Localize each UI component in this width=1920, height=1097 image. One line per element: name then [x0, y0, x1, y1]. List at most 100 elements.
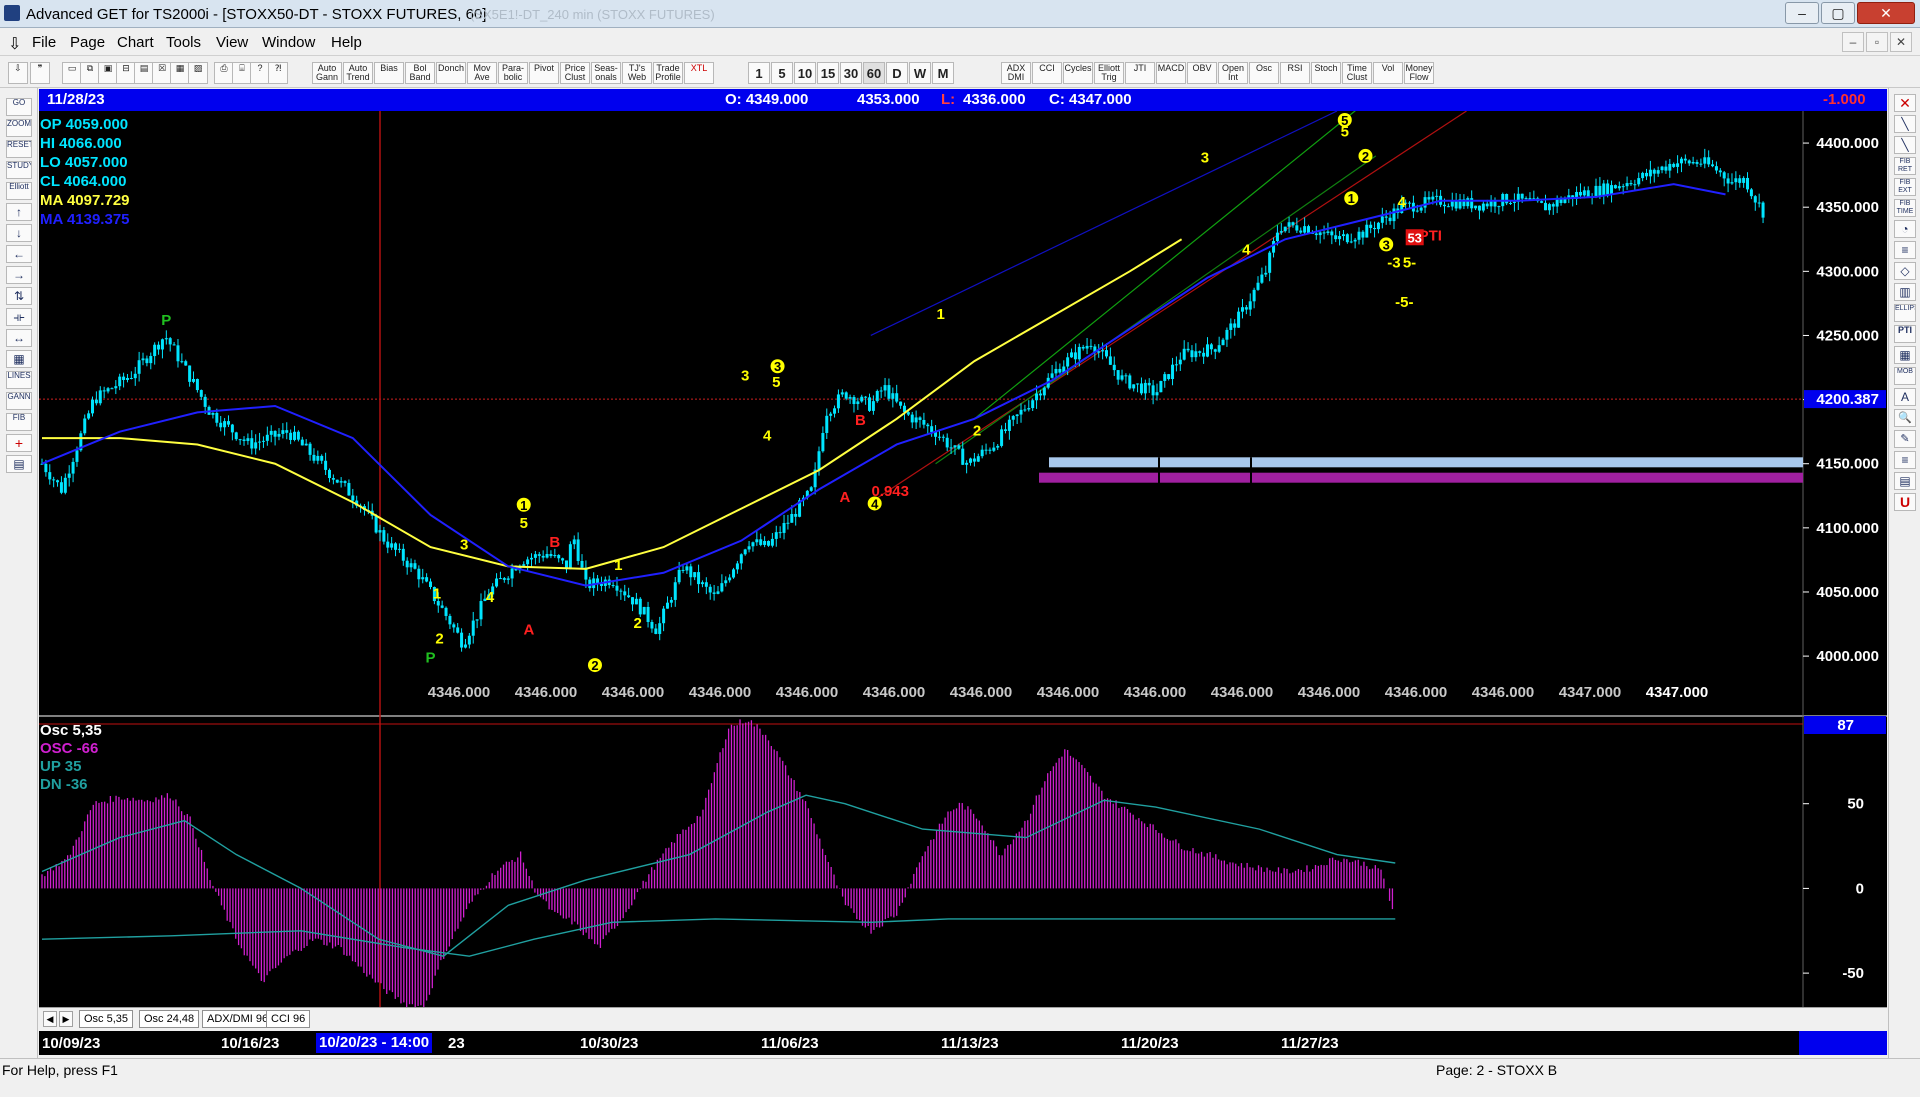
ellipse-icon[interactable]: ELLIPSE — [1894, 304, 1916, 322]
study-auto-trend-button[interactable]: Auto Trend — [343, 62, 373, 84]
tab-adx-dmi-96[interactable]: ADX/DMI 96 — [202, 1010, 274, 1028]
context-help-icon[interactable]: ⁈ — [268, 62, 288, 84]
elliott-tool-icon[interactable]: Elliott — [6, 182, 32, 200]
tab-osc-5-35[interactable]: Osc 5,35 — [79, 1010, 134, 1028]
fan-icon[interactable]: ≡ — [1894, 241, 1916, 259]
ind-time-clust-button[interactable]: Time Clust — [1342, 62, 1372, 84]
fib-tool-icon[interactable]: FIB — [6, 413, 32, 431]
study-auto-gann-button[interactable]: Auto Gann — [312, 62, 342, 84]
printer-setup-icon[interactable]: ⌸ — [232, 62, 252, 84]
ind-cycles-button[interactable]: Cycles — [1063, 62, 1093, 84]
trendline-icon[interactable]: ╲ — [1894, 115, 1916, 133]
menu-tools[interactable]: Tools — [166, 34, 201, 51]
zoom-tool-icon[interactable]: ZOOM — [6, 119, 32, 137]
menu-file[interactable]: File — [32, 34, 56, 51]
timeframe-m-button[interactable]: M — [932, 62, 954, 84]
mob-icon[interactable]: MOB — [1894, 367, 1916, 385]
timeframe-w-button[interactable]: W — [909, 62, 931, 84]
layout-icon[interactable]: ▤ — [134, 62, 154, 84]
tab-next-icon[interactable]: ▶ — [59, 1011, 73, 1027]
undo-icon[interactable]: U — [1894, 493, 1916, 511]
study-xtl-button[interactable]: XTL — [684, 62, 714, 84]
channel-icon[interactable]: ╲ — [1894, 136, 1916, 154]
study-donch-button[interactable]: Donch — [436, 62, 466, 84]
ind-cci-button[interactable]: CCI — [1032, 62, 1062, 84]
fib-ret-icon[interactable]: FIB RET — [1894, 157, 1916, 175]
arrow-up-icon[interactable]: ↑ — [6, 203, 32, 221]
print-chart-icon[interactable]: ▤ — [6, 455, 32, 473]
grid-icon[interactable]: ▦ — [170, 62, 190, 84]
menu-chart[interactable]: Chart — [117, 34, 154, 51]
quote-icon[interactable]: ❞ — [30, 62, 50, 84]
gann-tool-icon[interactable]: GANN — [6, 392, 32, 410]
new-page-icon[interactable]: ▭ — [62, 62, 82, 84]
study-tool-icon[interactable]: STUDY — [6, 161, 32, 179]
question-icon[interactable]: ? — [250, 62, 270, 84]
crosshair-icon[interactable]: + — [6, 434, 32, 452]
timeframe-10-button[interactable]: 10 — [794, 62, 816, 84]
timeframe-d-button[interactable]: D — [886, 62, 908, 84]
menu-window[interactable]: Window — [262, 34, 315, 51]
expand-icon[interactable]: ⟛ — [6, 308, 32, 326]
ind-jti-button[interactable]: JTI — [1125, 62, 1155, 84]
mdi-minimize-icon[interactable]: – — [1842, 32, 1864, 52]
box-icon[interactable]: ▥ — [1894, 283, 1916, 301]
maximize-button[interactable]: ▢ — [1821, 2, 1855, 24]
magnifier-icon[interactable]: 🔍 — [1894, 409, 1916, 427]
study-bias-button[interactable]: Bias — [374, 62, 404, 84]
timeframe-1-button[interactable]: 1 — [748, 62, 770, 84]
study-tjs-web-button[interactable]: TJ's Web — [622, 62, 652, 84]
go-tool-icon[interactable]: GO — [6, 98, 32, 116]
lines-tool-icon[interactable]: LINES — [6, 371, 32, 389]
timeframe-15-button[interactable]: 15 — [817, 62, 839, 84]
timeframe-60-button[interactable]: 60 — [863, 62, 885, 84]
tab-osc-24-48[interactable]: Osc 24,48 — [139, 1010, 200, 1028]
ind-money-flow-button[interactable]: Money Flow — [1404, 62, 1434, 84]
study-mov-ave-button[interactable]: Mov Ave — [467, 62, 497, 84]
minimize-button[interactable]: – — [1785, 2, 1819, 24]
ind-adx-dmi-button[interactable]: ADX DMI — [1001, 62, 1031, 84]
ind-open-int-button[interactable]: Open Int — [1218, 62, 1248, 84]
study-parabolic-button[interactable]: Para- bolic — [498, 62, 528, 84]
arrow-down-icon[interactable]: ↓ — [6, 224, 32, 242]
pencil-icon[interactable]: ✎ — [1894, 430, 1916, 448]
compress-icon[interactable]: ⇅ — [6, 287, 32, 305]
study-bol-band-button[interactable]: Bol Band — [405, 62, 435, 84]
study-price-clust-button[interactable]: Price Clust — [560, 62, 590, 84]
arrow-right-icon[interactable]: → — [6, 266, 32, 284]
timeframe-30-button[interactable]: 30 — [840, 62, 862, 84]
ind-macd-button[interactable]: MACD — [1156, 62, 1186, 84]
close-study-icon[interactable]: ✕ — [1894, 94, 1916, 112]
chart-area[interactable]: 4400.0004350.0004300.0004250.0004200.000… — [39, 104, 1887, 1097]
link-icon[interactable]: ⊟ — [116, 62, 136, 84]
price-chart-svg[interactable]: 4400.0004350.0004300.0004250.0004200.000… — [39, 104, 1887, 1009]
copy-icon[interactable]: ⧉ — [80, 62, 100, 84]
image-icon[interactable]: ▨ — [188, 62, 208, 84]
mdi-restore-icon[interactable]: ▫ — [1866, 32, 1888, 52]
reset-tool-icon[interactable]: RESET — [6, 140, 32, 158]
study-pivot-button[interactable]: Pivot — [529, 62, 559, 84]
ind-obv-button[interactable]: OBV — [1187, 62, 1217, 84]
text-tool-icon[interactable]: A — [1894, 388, 1916, 406]
delete-icon[interactable]: ☒ — [152, 62, 172, 84]
study-seasonals-button[interactable]: Seas- onals — [591, 62, 621, 84]
menu-page[interactable]: Page — [70, 34, 105, 51]
menu-help[interactable]: Help — [331, 34, 362, 51]
pti-icon[interactable]: PTI — [1894, 325, 1916, 343]
notes-icon[interactable]: ▤ — [1894, 472, 1916, 490]
ind-rsi-button[interactable]: RSI — [1280, 62, 1310, 84]
ind-stoch-button[interactable]: Stoch — [1311, 62, 1341, 84]
ind-elliott-trig-button[interactable]: Elliott Trig — [1094, 62, 1124, 84]
list-icon[interactable]: ≡ — [1894, 451, 1916, 469]
pin-tool-icon[interactable]: ⇩ — [8, 62, 28, 84]
arc-icon[interactable]: ◔ — [1894, 220, 1916, 238]
tab-cci-96[interactable]: CCI 96 — [266, 1010, 311, 1028]
ind-osc-button[interactable]: Osc — [1249, 62, 1279, 84]
print-icon[interactable]: ⎙ — [214, 62, 234, 84]
close-button[interactable]: ✕ — [1857, 2, 1915, 24]
mdi-close-icon[interactable]: ✕ — [1890, 32, 1912, 52]
fib-time-icon[interactable]: FIB TIME — [1894, 199, 1916, 217]
grid-tool-icon[interactable]: ▦ — [6, 350, 32, 368]
timeframe-5-button[interactable]: 5 — [771, 62, 793, 84]
chart-window-icon[interactable]: ▣ — [98, 62, 118, 84]
